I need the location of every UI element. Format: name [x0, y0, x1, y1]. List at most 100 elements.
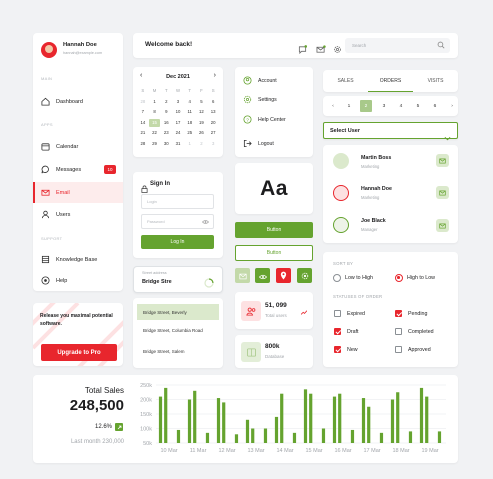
eye-icon[interactable]	[202, 219, 209, 226]
calendar-day[interactable]: 22	[149, 129, 161, 137]
calendar-day[interactable]: 23	[160, 129, 172, 137]
search-icon[interactable]	[437, 41, 445, 50]
settings-button[interactable]	[297, 268, 312, 283]
sort-radio-low[interactable]	[333, 274, 341, 282]
calendar-day[interactable]: 21	[137, 129, 149, 137]
calendar-day[interactable]: 6	[207, 98, 219, 106]
mail-icon[interactable]	[436, 219, 449, 232]
tab-orders[interactable]: ORDERS	[368, 70, 413, 92]
sidebar-item-messages[interactable]: Messages 10	[33, 159, 123, 180]
mail-icon[interactable]	[436, 154, 449, 167]
calendar-day[interactable]: 1	[184, 140, 196, 148]
page-button[interactable]: 6	[429, 100, 441, 112]
password-placeholder: Password	[147, 219, 165, 224]
sales-value: 248,500	[69, 397, 124, 414]
calendar-day[interactable]: 24	[172, 129, 184, 137]
sidebar-item-dashboard[interactable]: Dashboard	[33, 91, 123, 112]
calendar-day[interactable]: 2	[196, 140, 208, 148]
sidebar-item-users[interactable]: Users	[33, 204, 123, 225]
next-month-icon[interactable]: ›	[214, 72, 216, 79]
calendar-day[interactable]: 2	[160, 98, 172, 106]
upgrade-button[interactable]: Upgrade to Pro	[41, 344, 117, 361]
sidebar-item-calendar[interactable]: Calendar	[33, 136, 123, 157]
calendar-day[interactable]: 14	[137, 119, 149, 127]
calendar-day[interactable]: 28	[137, 140, 149, 148]
page-button[interactable]: 3	[378, 100, 390, 112]
search-input[interactable]: Search	[345, 38, 450, 53]
calendar-day[interactable]: 8	[149, 108, 161, 116]
calendar-day[interactable]: 17	[172, 119, 184, 127]
login-field[interactable]: Login	[141, 194, 214, 209]
calendar-day[interactable]: 18	[184, 119, 196, 127]
calendar-day[interactable]: 9	[160, 108, 172, 116]
welcome-text: Welcome back!	[145, 41, 193, 48]
login-button[interactable]: Log In	[141, 235, 214, 249]
prev-page-button[interactable]: ‹	[327, 100, 339, 112]
checkbox-completed[interactable]	[395, 328, 402, 335]
dropdown-option[interactable]: Bridge Street, Salem	[137, 343, 219, 359]
calendar-day[interactable]: 31	[172, 140, 184, 148]
mail-button[interactable]	[235, 268, 250, 283]
select-user-dropdown[interactable]: Select User	[323, 122, 458, 141]
address-input[interactable]: Street address Bridge Stre	[133, 266, 223, 293]
calendar-day[interactable]: 5	[196, 98, 208, 106]
chart-bar	[367, 406, 371, 443]
select-user-label: Select User	[330, 128, 360, 134]
calendar-day[interactable]: 3	[172, 98, 184, 106]
solid-button[interactable]: Button	[235, 222, 313, 238]
calendar-day[interactable]: 25	[184, 129, 196, 137]
checkbox-new[interactable]	[334, 346, 341, 353]
calendar-day[interactable]: 29	[149, 140, 161, 148]
menu-item-account[interactable]: Account	[243, 76, 277, 85]
sort-radio-high[interactable]	[395, 274, 403, 282]
page-button[interactable]: 2	[360, 100, 372, 112]
checkbox-approved[interactable]	[395, 346, 402, 353]
calendar-day[interactable]: 12	[196, 108, 208, 116]
page-button[interactable]: 5	[412, 100, 424, 112]
calendar-day[interactable]: 11	[184, 108, 196, 116]
calendar-day[interactable]: 20	[207, 119, 219, 127]
mail-icon[interactable]	[316, 41, 326, 59]
calendar-day[interactable]: 7	[137, 108, 149, 116]
checkbox-pending[interactable]	[395, 310, 402, 317]
view-button[interactable]	[255, 268, 270, 283]
page-button[interactable]: 4	[395, 100, 407, 112]
dropdown-option[interactable]: Bridge Street, Beverly	[137, 304, 219, 320]
calendar-day[interactable]: 26	[196, 129, 208, 137]
outline-button[interactable]: Button	[235, 245, 313, 261]
x-tick-label: 12 Mar	[218, 448, 235, 454]
menu-item-help-center[interactable]: ? Help Center	[243, 115, 286, 124]
password-field[interactable]: Password	[141, 214, 214, 229]
calendar-day[interactable]: 4	[184, 98, 196, 106]
loading-spinner-icon	[204, 275, 214, 293]
menu-item-settings[interactable]: Settings	[243, 95, 277, 104]
checkbox-draft[interactable]	[334, 328, 341, 335]
mail-icon[interactable]	[436, 186, 449, 199]
sidebar-item-help[interactable]: Help	[33, 270, 123, 291]
calendar-day[interactable]: 16	[160, 119, 172, 127]
tab-visits[interactable]: VISITS	[413, 70, 458, 92]
tab-sales[interactable]: SALES	[323, 70, 368, 92]
menu-item-logout[interactable]: Logout	[243, 139, 274, 148]
sidebar-item-email[interactable]: Email	[33, 182, 123, 203]
calendar-day[interactable]: 30	[160, 140, 172, 148]
avatar[interactable]	[41, 42, 57, 58]
next-page-button[interactable]: ›	[446, 100, 458, 112]
calendar-day[interactable]: 3	[207, 140, 219, 148]
gear-icon[interactable]	[333, 41, 342, 59]
account-icon	[243, 76, 252, 85]
location-button[interactable]	[276, 268, 291, 283]
calendar-day[interactable]: 27	[207, 129, 219, 137]
sidebar-item-knowledge-base[interactable]: Knowledge Base	[33, 249, 123, 270]
chat-icon[interactable]	[298, 41, 307, 59]
calendar-day[interactable]: 28	[137, 98, 149, 106]
calendar-day[interactable]: 10	[172, 108, 184, 116]
dropdown-option[interactable]: Bridge Street, Columbia Road	[137, 322, 219, 338]
calendar-day[interactable]: 13	[207, 108, 219, 116]
calendar-day[interactable]: 19	[196, 119, 208, 127]
calendar-day[interactable]: 1	[149, 98, 161, 106]
chart-bar	[408, 431, 413, 443]
calendar-day[interactable]: 15	[148, 118, 161, 127]
checkbox-expired[interactable]	[334, 310, 341, 317]
page-button[interactable]: 1	[343, 100, 355, 112]
